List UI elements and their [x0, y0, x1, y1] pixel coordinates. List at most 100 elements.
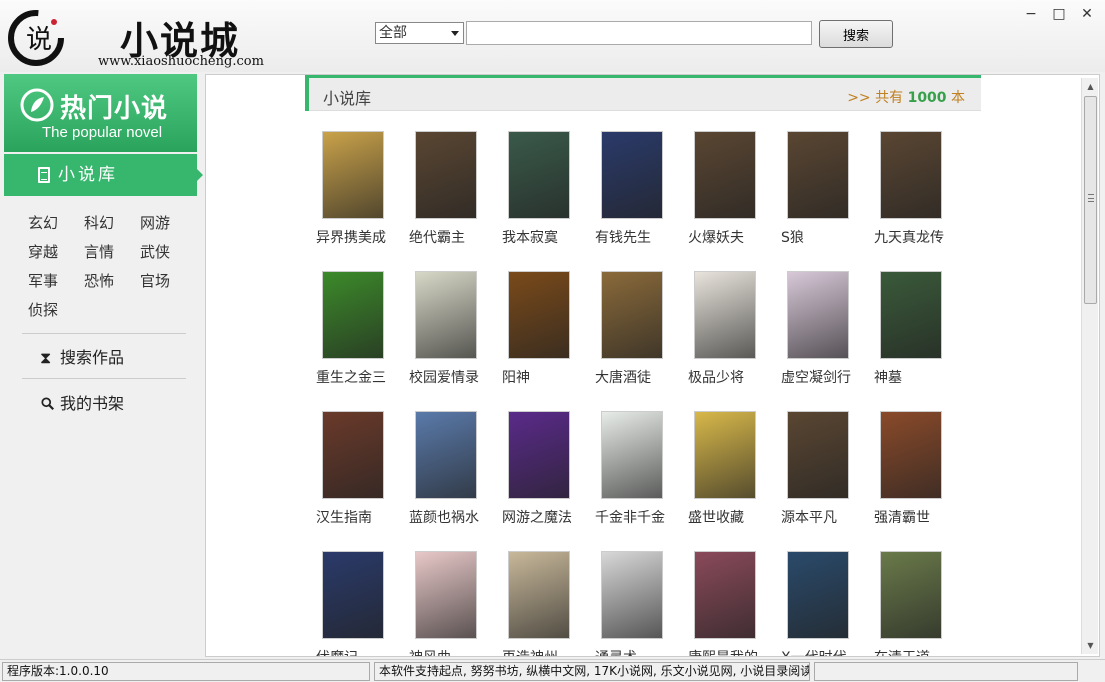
category-item[interactable]: 恐怖	[84, 270, 114, 291]
category-item[interactable]: 武侠	[140, 241, 170, 262]
book-cover[interactable]	[601, 131, 663, 219]
book-title[interactable]: 异界携美成	[316, 227, 406, 247]
book-cover[interactable]	[322, 271, 384, 359]
active-arrow-icon	[197, 169, 203, 181]
close-icon[interactable]: ✕	[1076, 4, 1098, 24]
book-title[interactable]: 阳神	[502, 367, 592, 387]
category-item[interactable]: 侦探	[28, 299, 58, 320]
book-title[interactable]: 极品少将	[688, 367, 778, 387]
sources-label: 本软件支持起点, 努努书坊, 纵横中文网, 17K小说网, 乐文小说见网, 小说…	[374, 662, 810, 681]
book-title[interactable]: 重生之金三	[316, 367, 406, 387]
book-cover[interactable]	[694, 411, 756, 499]
book-cover[interactable]	[601, 271, 663, 359]
scroll-down-icon[interactable]: ▼	[1082, 637, 1099, 654]
main-panel: 小说库 >> 共有 1000 本 异界携美成 绝代霸主 我本寂寞 有钱先生 火爆妖夫 S狼…	[205, 74, 1100, 657]
minimize-icon[interactable]: −	[1020, 4, 1042, 24]
book-cover[interactable]	[601, 551, 663, 639]
book-title[interactable]: 千金非千金	[595, 507, 685, 527]
book-cover[interactable]	[787, 411, 849, 499]
book-cover[interactable]	[880, 411, 942, 499]
book-title[interactable]: 神墓	[874, 367, 964, 387]
book-cover[interactable]	[787, 271, 849, 359]
book-cover[interactable]	[694, 131, 756, 219]
version-label: 程序版本:1.0.0.10	[2, 662, 370, 681]
book-cover[interactable]	[694, 271, 756, 359]
book-title[interactable]: 盛世收藏	[688, 507, 778, 527]
search-works-link[interactable]: ⧗ 搜索作品	[40, 344, 124, 368]
book-title[interactable]: 大唐酒徒	[595, 367, 685, 387]
book-title[interactable]: 火爆妖夫	[688, 227, 778, 247]
book-cover[interactable]	[694, 551, 756, 639]
chevron-down-icon	[451, 31, 459, 36]
book-title[interactable]: X一代时代	[781, 647, 871, 656]
book-title[interactable]: 神风曲	[409, 647, 499, 656]
book-title[interactable]: 虚空凝剑行	[781, 367, 871, 387]
book-cover[interactable]	[322, 551, 384, 639]
maximize-icon[interactable]: □	[1048, 4, 1070, 24]
my-shelf-label: 我的书架	[60, 394, 125, 413]
book-cover[interactable]	[787, 551, 849, 639]
leaf-icon	[20, 88, 54, 122]
category-item[interactable]: 官场	[140, 270, 170, 291]
section-title: 小说库	[323, 89, 372, 108]
divider	[22, 378, 186, 379]
scroll-up-icon[interactable]: ▲	[1082, 78, 1099, 95]
book-cover[interactable]	[880, 551, 942, 639]
divider	[22, 333, 186, 334]
book-cover[interactable]	[880, 131, 942, 219]
book-title[interactable]: 九天真龙传	[874, 227, 964, 247]
book-title[interactable]: 通灵术	[595, 647, 685, 656]
search-works-label: 搜索作品	[60, 348, 125, 367]
book-title[interactable]: 有钱先生	[595, 227, 685, 247]
category-item[interactable]: 言情	[84, 241, 114, 262]
book-cover[interactable]	[322, 131, 384, 219]
tab-novel-library[interactable]: 小说库	[4, 154, 203, 196]
header: 说 小说城 www.xiaoshuocheng.com 全部 搜索 − □ ✕	[0, 0, 1105, 72]
category-item[interactable]: 玄幻	[28, 212, 58, 233]
category-item[interactable]: 穿越	[28, 241, 58, 262]
book-cover[interactable]	[508, 551, 570, 639]
vertical-scrollbar[interactable]: ▲ ▼	[1081, 78, 1098, 654]
book-cover[interactable]	[415, 551, 477, 639]
book-title[interactable]: 在清王道	[874, 647, 964, 656]
book-title[interactable]: 伏魔记	[316, 647, 406, 656]
book-title[interactable]: 源本平凡	[781, 507, 871, 527]
book-cover[interactable]	[787, 131, 849, 219]
category-item[interactable]: 科幻	[84, 212, 114, 233]
book-title[interactable]: 网游之魔法	[502, 507, 592, 527]
book-cover[interactable]	[508, 411, 570, 499]
book-title[interactable]: 我本寂寞	[502, 227, 592, 247]
category-select[interactable]: 全部	[375, 22, 464, 44]
book-title[interactable]: 蓝颜也祸水	[409, 507, 499, 527]
tab-novel-library-label: 小说库	[58, 165, 118, 185]
banner-subtitle: The popular novel	[42, 124, 163, 141]
my-shelf-link[interactable]: 我的书架	[40, 390, 124, 414]
book-cover[interactable]	[508, 271, 570, 359]
book-count-prefix: >> 共有	[847, 90, 904, 106]
book-cover[interactable]	[322, 411, 384, 499]
book-count: >> 共有 1000 本	[847, 87, 965, 107]
book-cover[interactable]	[415, 131, 477, 219]
book-cover[interactable]	[601, 411, 663, 499]
book-title[interactable]: 再造神州	[502, 647, 592, 656]
status-extra	[814, 662, 1078, 681]
category-item[interactable]: 网游	[140, 212, 170, 233]
book-title[interactable]: 康熙是我的	[688, 647, 778, 656]
book-cover[interactable]	[508, 131, 570, 219]
book-cover[interactable]	[415, 411, 477, 499]
search-input[interactable]	[466, 21, 812, 45]
book-cover[interactable]	[415, 271, 477, 359]
category-item[interactable]: 军事	[28, 270, 58, 291]
logo: 说 小说城 www.xiaoshuocheng.com	[4, 4, 304, 70]
hot-novels-banner: 热门小说 The popular novel	[4, 74, 197, 152]
book-title[interactable]: 校园爱情录	[409, 367, 499, 387]
category-select-value: 全部	[379, 25, 407, 41]
book-cover[interactable]	[880, 271, 942, 359]
book-title[interactable]: 绝代霸主	[409, 227, 499, 247]
scroll-thumb[interactable]	[1084, 96, 1097, 304]
book-title[interactable]: 汉生指南	[316, 507, 406, 527]
search-button[interactable]: 搜索	[819, 20, 893, 48]
sidebar: 热门小说 The popular novel 小说库 玄幻 科幻 网游 穿越 言…	[4, 74, 203, 454]
book-title[interactable]: 强清霸世	[874, 507, 964, 527]
book-title[interactable]: S狼	[781, 227, 871, 247]
